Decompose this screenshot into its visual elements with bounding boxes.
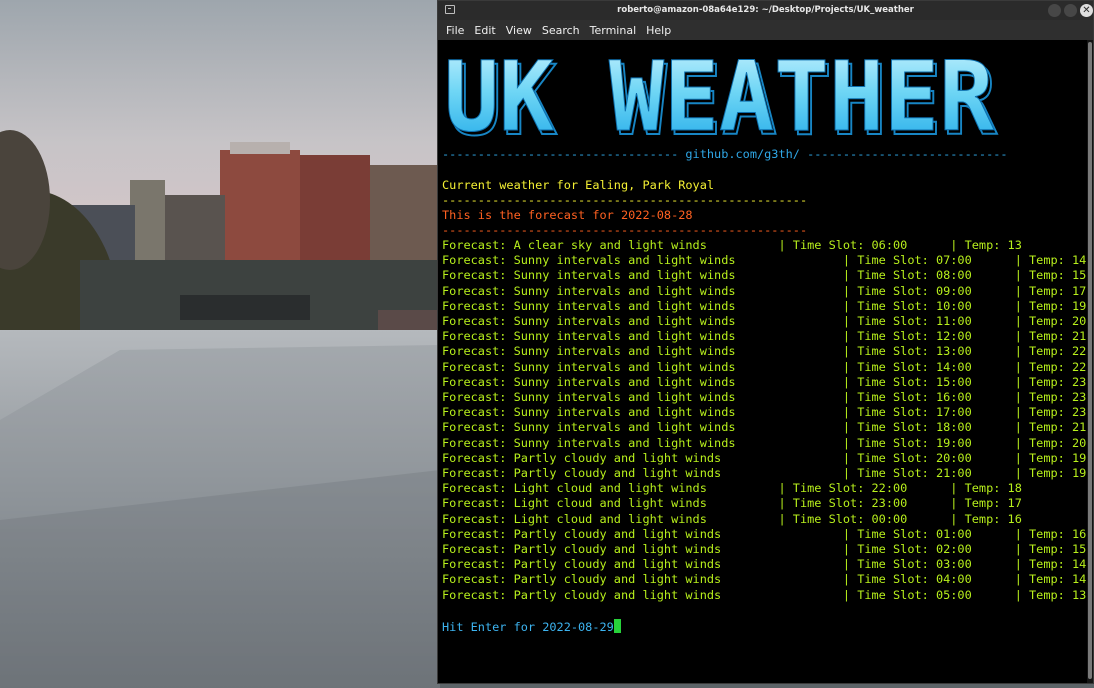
forecast-row: Forecast: Sunny intervals and light wind… <box>442 435 1087 450</box>
forecast-row: Forecast: Sunny intervals and light wind… <box>442 329 1087 344</box>
forecast-row: Forecast: Sunny intervals and light wind… <box>442 268 1087 283</box>
desktop-wallpaper <box>0 0 440 688</box>
separator-line-2: ----------------------------------------… <box>442 223 808 237</box>
terminal-window[interactable]: roberto@amazon-08a64e129: ~/Desktop/Proj… <box>437 0 1094 684</box>
scrollbar-thumb[interactable] <box>1088 42 1092 679</box>
prompt-text: Hit Enter for 2022-08-29 <box>442 620 614 634</box>
forecast-row: Forecast: Sunny intervals and light wind… <box>442 390 1087 404</box>
menu-search[interactable]: Search <box>542 24 580 37</box>
window-titlebar[interactable]: roberto@amazon-08a64e129: ~/Desktop/Proj… <box>438 1 1093 20</box>
maximize-button[interactable] <box>1064 4 1077 17</box>
forecast-row: Forecast: Partly cloudy and light winds … <box>442 557 1087 572</box>
location-line: Current weather for Ealing, Park Royal <box>442 178 715 192</box>
close-button[interactable]: ✕ <box>1080 4 1093 17</box>
forecast-row: Forecast: Light cloud and light winds | … <box>442 481 1022 496</box>
forecast-row: Forecast: Partly cloudy and light winds … <box>442 542 1087 556</box>
forecast-row: Forecast: Sunny intervals and light wind… <box>442 298 1087 313</box>
menu-view[interactable]: View <box>506 24 532 37</box>
scrollbar[interactable] <box>1087 40 1093 683</box>
menu-file[interactable]: File <box>446 24 464 37</box>
window-title: roberto@amazon-08a64e129: ~/Desktop/Proj… <box>617 5 914 15</box>
separator-line: ----------------------------------------… <box>442 193 808 207</box>
github-link-line[interactable]: --------------------------------- github… <box>442 147 1008 162</box>
forecast-row: Forecast: Sunny intervals and light wind… <box>442 253 1087 268</box>
terminal-output[interactable]: UK WEATHER UK WEATHER ------------------… <box>438 40 1087 683</box>
menu-edit[interactable]: Edit <box>474 24 495 37</box>
forecast-row: Forecast: Sunny intervals and light wind… <box>442 374 1087 389</box>
banner-title: UK WEATHER UK WEATHER <box>444 52 999 142</box>
banner-text: UK WEATHER <box>444 52 994 142</box>
menu-terminal[interactable]: Terminal <box>590 24 637 37</box>
minimize-button[interactable] <box>1048 4 1061 17</box>
forecast-row: Forecast: Sunny intervals and light wind… <box>442 420 1087 435</box>
forecast-row: Forecast: Partly cloudy and light winds … <box>442 450 1087 465</box>
close-icon: ✕ <box>1082 5 1091 16</box>
forecast-date-line: This is the forecast for 2022-08-28 <box>442 208 693 222</box>
forecast-row: Forecast: Partly cloudy and light winds … <box>442 587 1087 602</box>
forecast-row: Forecast: Sunny intervals and light wind… <box>442 283 1087 298</box>
forecast-row: Forecast: Light cloud and light winds | … <box>442 511 1022 526</box>
menu-help[interactable]: Help <box>646 24 671 37</box>
forecast-row: Forecast: A clear sky and light winds | … <box>442 238 1022 252</box>
forecast-row: Forecast: Sunny intervals and light wind… <box>442 344 1087 359</box>
forecast-row: Forecast: Sunny intervals and light wind… <box>442 405 1087 420</box>
forecast-row: Forecast: Partly cloudy and light winds … <box>442 572 1087 587</box>
text-cursor <box>613 619 621 633</box>
forecast-row: Forecast: Partly cloudy and light winds … <box>442 526 1087 541</box>
forecast-row: Forecast: Partly cloudy and light winds … <box>442 466 1087 480</box>
menu-bar: File Edit View Search Terminal Help <box>438 20 1093 40</box>
forecast-row: Forecast: Light cloud and light winds | … <box>442 496 1022 511</box>
forecast-row: Forecast: Sunny intervals and light wind… <box>442 359 1087 374</box>
prompt-line[interactable]: Hit Enter for 2022-08-29 <box>442 619 621 635</box>
forecast-row: Forecast: Sunny intervals and light wind… <box>442 314 1087 328</box>
